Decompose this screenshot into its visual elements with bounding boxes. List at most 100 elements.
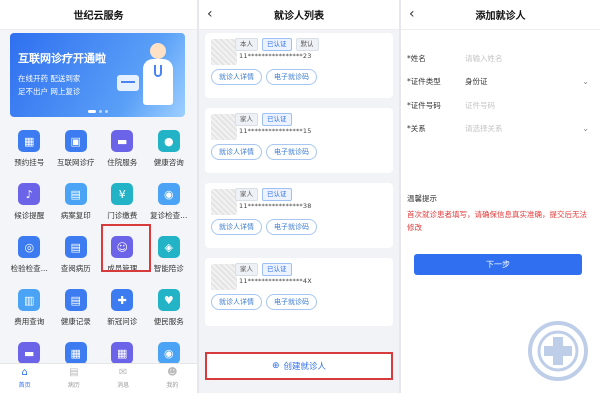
chevron-down-icon[interactable]: ⌄ [582,124,589,133]
chevron-down-icon[interactable]: ⌄ [582,77,589,86]
status-badge: 家人 [235,188,258,201]
service-item[interactable]: ▦ 预约挂号 [6,130,53,174]
add-patient-screen: ‹ 添加就诊人 *姓名 请输入姓名 *证件类型 身份证 ⌄ *证件号码 证件号码 *关系 请选择… [401,0,600,393]
service-label: 便民服务 [153,317,184,326]
tab-label: 我的 [166,382,179,389]
bottom-tab-bar: ⌂ 首页 ▤ 病历 ✉ 消息 ☻ 我的 [0,363,197,393]
payment-icon: ¥ [111,183,134,205]
avatar [211,264,237,290]
e-card-button[interactable]: 电子就诊码 [266,219,317,235]
tab-profile[interactable]: ☻ 我的 [148,364,197,393]
covid-icon: ✚ [111,289,134,311]
text-field[interactable]: *证件号码 证件号码 [407,95,591,115]
e-card-button[interactable]: 电子就诊码 [266,69,317,85]
service-item[interactable]: ◉ 复诊检查... [146,183,193,227]
service-icon: ♥ [157,289,180,311]
service-label: 健康记录 [60,317,91,326]
field-label: *姓名 [407,53,426,63]
back-icon[interactable]: ‹ [409,6,415,22]
hospital-logo [528,321,588,381]
add-circle-icon: ⊕ [271,361,280,371]
patient-actions: 就诊人详情 电子就诊码 [211,69,317,85]
status-badge: 已认证 [262,38,292,51]
field-value[interactable]: 请选择关系 [465,123,503,134]
service-label: 查阅病历 [60,264,91,273]
page-title: 世纪云服务 [0,0,197,30]
patient-detail-button[interactable]: 就诊人详情 [211,219,262,235]
message-icon: ✉ [118,367,128,378]
field-value[interactable]: 证件号码 [465,100,495,111]
medicine-icon: ▦ [111,342,134,364]
service-label: 互联网诊疗 [57,158,95,167]
create-patient-button[interactable]: ⊕ 创建就诊人 [205,352,393,380]
service-label: 候诊提醒 [14,211,45,220]
field-value[interactable]: 请输入姓名 [465,53,503,64]
next-step-button[interactable]: 下一步 [414,254,582,275]
tab-message[interactable]: ✉ 消息 [99,364,148,393]
record-icon: ▤ [64,236,87,258]
patient-tags: 家人 已认证 [235,113,292,126]
record-tab-icon: ▤ [69,367,79,378]
service-item[interactable]: ▤ 健康记录 [53,289,100,333]
carousel-indicator[interactable] [87,110,108,113]
tab-label: 消息 [117,382,130,389]
report-icon: ◎ [18,236,41,258]
patient-list-screen: ‹ 就诊人列表 本人 已认证 默认 11****************23 就诊人详情… [199,0,399,393]
id-number: 11****************4X [239,277,312,285]
tab-record-tab[interactable]: ▤ 病历 [49,364,98,393]
service-item[interactable]: ▥ 费用查询 [6,289,53,333]
prescription-card-illustration [117,75,139,91]
notice-title: 温馨提示 [407,194,437,203]
avatar [211,114,237,140]
service-item[interactable]: ♪ 候诊提醒 [6,183,53,227]
service-label: 门诊缴费 [107,211,138,220]
avatar [211,39,237,65]
service-item[interactable]: ♥ 便民服务 [146,289,193,333]
home-icon: ⌂ [21,367,28,378]
service-item[interactable]: ✚ 新冠问诊 [99,289,146,333]
highlight-member-management [101,224,151,272]
doctor-illustration [141,43,175,111]
service-item[interactable]: ◎ 检验检查... [6,236,53,280]
bed-icon: ▬ [111,130,134,152]
service-item[interactable]: ▤ 查阅病历 [53,236,100,280]
patient-detail-button[interactable]: 就诊人详情 [211,69,262,85]
chat-icon: ● [157,130,180,152]
service-item[interactable]: ▣ 互联网诊疗 [53,130,100,174]
field-label: *证件类型 [407,76,441,86]
patient-card: 家人 已认证 11****************4X 就诊人详情 电子就诊码 [205,258,393,326]
select-field[interactable]: *关系 请选择关系 ⌄ [407,118,591,138]
patient-card: 本人 已认证 默认 11****************23 就诊人详情 电子就诊码 [205,33,393,98]
video-consult-icon: ▣ [64,130,87,152]
service-item[interactable]: ¥ 门诊缴费 [99,183,146,227]
service-item[interactable]: ● 健康咨询 [146,130,193,174]
text-field[interactable]: *姓名 请输入姓名 [407,48,591,68]
tab-home[interactable]: ⌂ 首页 [0,364,49,393]
promo-banner[interactable]: 互联网诊疗开通啦 在线开药 配送到家 足不出户 网上复诊 [10,33,185,117]
service-label: 费用查询 [14,317,45,326]
e-card-button[interactable]: 电子就诊码 [266,294,317,310]
notice-text: 首次就诊患者填写，请确保信息真实准确，提交后无法修改 [407,210,587,232]
banner-line-1: 在线开药 配送到家 [18,74,81,83]
service-item[interactable]: ◈ 智能陪诊 [146,236,193,280]
mental-icon: ◉ [157,342,180,364]
patient-detail-button[interactable]: 就诊人详情 [211,294,262,310]
service-item[interactable]: ▬ 住院服务 [99,130,146,174]
service-label: 检验检查... [10,264,48,273]
field-value[interactable]: 身份证 [465,76,488,87]
id-number: 11****************38 [239,202,312,210]
service-item[interactable]: ▤ 病案复印 [53,183,100,227]
service-label: 智能陪诊 [153,264,184,273]
select-field[interactable]: *证件类型 身份证 ⌄ [407,71,591,91]
bed-booking-icon: ▬ [18,342,41,364]
service-label: 新冠问诊 [107,317,138,326]
avatar [211,189,237,215]
smart-guide-icon: ◈ [157,236,180,258]
e-card-button[interactable]: 电子就诊码 [266,144,317,160]
id-number: 11****************23 [239,52,312,60]
patient-detail-button[interactable]: 就诊人详情 [211,144,262,160]
service-label: 复诊检查... [150,211,188,220]
patient-actions: 就诊人详情 电子就诊码 [211,294,317,310]
page-title: 就诊人列表 [274,11,324,22]
back-icon[interactable]: ‹ [207,6,213,22]
